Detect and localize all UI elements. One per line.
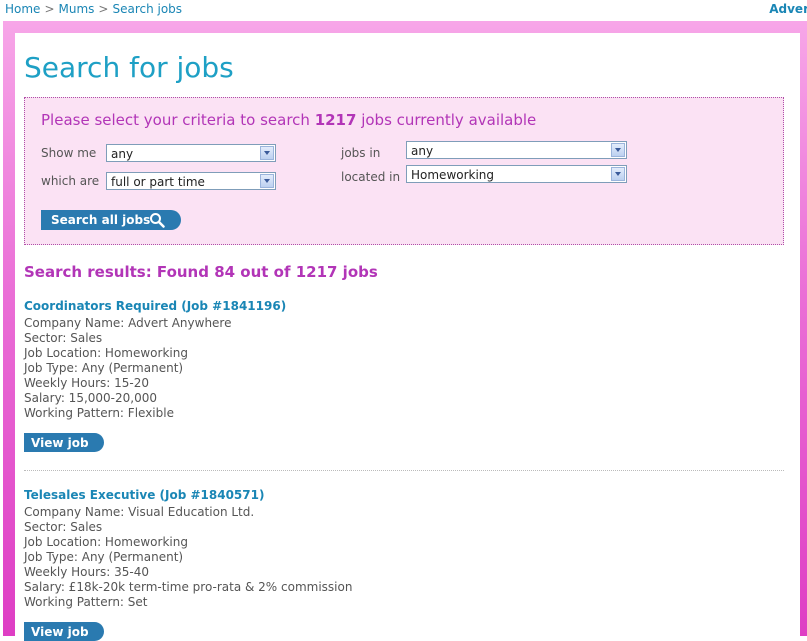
view-job-button[interactable]: View job: [24, 622, 104, 641]
job-hours: Weekly Hours: 15-20: [24, 376, 150, 390]
breadcrumb-separator: >: [44, 2, 55, 16]
job-listing: Coordinators Required (Job #1841196) Com…: [24, 299, 784, 452]
job-hours: Weekly Hours: 35-40: [24, 565, 150, 579]
view-job-label: View job: [31, 625, 89, 639]
breadcrumb-home[interactable]: Home: [5, 2, 40, 16]
job-location: Job Location: Homeworking: [24, 346, 188, 360]
job-company: Company Name: Visual Education Ltd.: [24, 505, 255, 519]
located-in-value: Homeworking: [411, 168, 495, 182]
show-me-value: any: [111, 147, 134, 161]
job-sector: Sector: Sales: [24, 331, 103, 345]
chevron-down-icon[interactable]: [260, 174, 274, 188]
job-listing: Telesales Executive (Job #1840571) Compa…: [24, 488, 784, 641]
show-me-label: Show me: [41, 146, 97, 160]
job-salary: Salary: 15,000-20,000: [24, 391, 157, 405]
criteria-intro-after: jobs currently available: [356, 111, 537, 129]
page-title: Search for jobs: [24, 51, 234, 84]
criteria-intro: Please select your criteria to search 12…: [41, 111, 536, 129]
show-me-select[interactable]: any: [106, 144, 276, 162]
breadcrumb-separator: >: [98, 2, 109, 16]
job-pattern: Working Pattern: Set: [24, 595, 148, 609]
which-are-select[interactable]: full or part time: [106, 172, 276, 190]
job-type: Job Type: Any (Permanent): [24, 550, 184, 564]
located-in-label: located in: [341, 170, 401, 184]
located-in-select[interactable]: Homeworking: [406, 165, 627, 183]
chevron-down-icon[interactable]: [260, 146, 274, 160]
criteria-intro-before: Please select your criteria to search: [41, 111, 315, 129]
job-type: Job Type: Any (Permanent): [24, 361, 184, 375]
magnifier-icon: [150, 213, 165, 228]
search-button-label: Search all jobs: [51, 213, 151, 227]
job-sector: Sector: Sales: [24, 520, 103, 534]
breadcrumb-mums[interactable]: Mums: [59, 2, 95, 16]
chevron-down-icon[interactable]: [611, 143, 625, 157]
jobs-in-value: any: [411, 144, 434, 158]
job-title-link[interactable]: Coordinators Required (Job #1841196): [24, 299, 784, 316]
which-are-value: full or part time: [111, 175, 205, 189]
search-criteria-box: Please select your criteria to search 12…: [24, 97, 784, 245]
breadcrumb: Home > Mums > Search jobs: [5, 2, 182, 16]
breadcrumb-search-jobs[interactable]: Search jobs: [112, 2, 182, 16]
page-frame: Search for jobs Please select your crite…: [3, 21, 807, 641]
view-job-button[interactable]: View job: [24, 433, 104, 452]
which-are-label: which are: [41, 174, 100, 188]
chevron-down-icon[interactable]: [611, 167, 625, 181]
jobs-in-select[interactable]: any: [406, 141, 627, 159]
jobs-in-label: jobs in: [341, 146, 381, 160]
top-bar: Home > Mums > Search jobs Adver: [0, 0, 807, 20]
jobs-count: 1217: [314, 111, 357, 129]
job-pattern: Working Pattern: Flexible: [24, 406, 174, 420]
job-title-link[interactable]: Telesales Executive (Job #1840571): [24, 488, 784, 505]
search-all-jobs-button[interactable]: Search all jobs: [41, 210, 181, 230]
divider: [24, 470, 784, 471]
job-salary: Salary: £18k-20k term-time pro-rata & 2%…: [24, 580, 353, 594]
job-location: Job Location: Homeworking: [24, 535, 188, 549]
results-title: Search results: Found 84 out of 1217 job…: [24, 263, 378, 281]
content-panel: Search for jobs Please select your crite…: [15, 33, 800, 641]
view-job-label: View job: [31, 436, 89, 450]
job-company: Company Name: Advert Anywhere: [24, 316, 232, 330]
advert-link[interactable]: Adver: [769, 2, 807, 16]
